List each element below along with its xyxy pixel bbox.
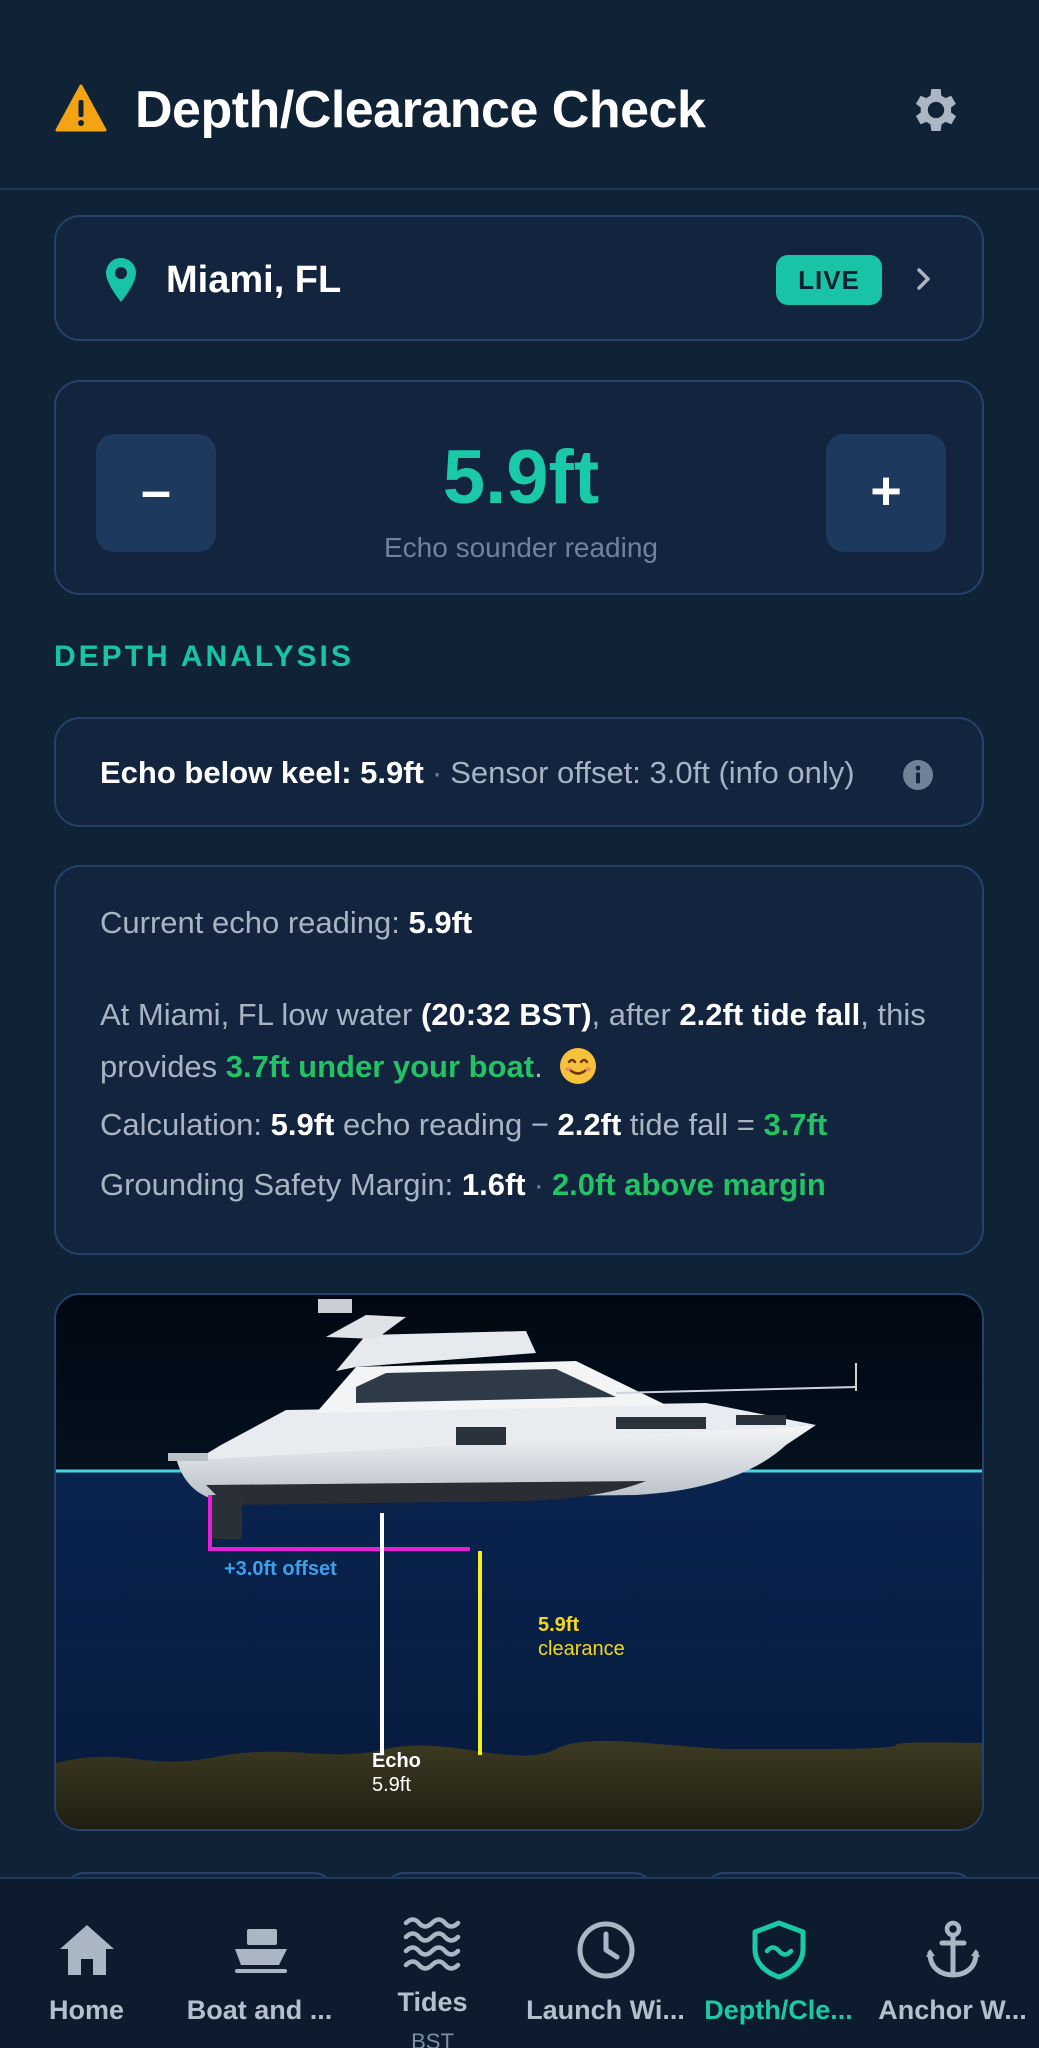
- warning-triangle-icon: [55, 84, 107, 132]
- low-water-time: (20:32 BST): [420, 997, 592, 1032]
- nav-launch-window[interactable]: Launch Wi...: [519, 1879, 692, 2048]
- decrease-button[interactable]: –: [96, 434, 216, 552]
- offset-info-card: Echo below keel: 5.9ft · Sensor offset: 3.…: [54, 717, 984, 827]
- margin-label: Grounding Safety Margin:: [100, 1167, 462, 1202]
- summary-text: , after: [591, 997, 680, 1032]
- bottom-nav: Home Boat and ... Tides BST Launch Wi...: [0, 1877, 1039, 2048]
- current-reading-label: Current echo reading:: [100, 905, 409, 940]
- depth-analysis-card: Current echo reading: 5.9ft At Miami, FL…: [54, 865, 984, 1255]
- location-selector[interactable]: Miami, FL LIVE: [54, 215, 984, 341]
- offset-label: +3.0ft offset: [224, 1558, 337, 1580]
- safety-margin-line: Grounding Safety Margin: 1.6ft · 2.0ft abo…: [100, 1159, 950, 1211]
- calc-text: tide fall =: [621, 1107, 764, 1142]
- margin-result: 2.0ft above margin: [551, 1167, 826, 1202]
- nav-depth-clearance[interactable]: Depth/Cle...: [692, 1879, 865, 2048]
- sensor-offset-text: Sensor offset: 3.0ft (info only): [450, 755, 855, 790]
- low-water-summary: At Miami, FL low water (20:32 BST), afte…: [100, 989, 950, 1093]
- location-name: Miami, FL: [166, 259, 342, 301]
- nav-home[interactable]: Home: [0, 1879, 173, 2048]
- shield-wave-icon: [752, 1920, 806, 1980]
- under-boat-result: 3.7ft under your boat: [225, 1049, 535, 1084]
- depth-diagram: +3.0ft offset Echo 5.9ft 5.9ft clearance: [54, 1293, 984, 1831]
- calc-label: Calculation:: [100, 1107, 271, 1142]
- summary-text: At Miami, FL low water: [100, 997, 421, 1032]
- live-badge: LIVE: [776, 255, 882, 305]
- gear-icon[interactable]: [908, 82, 964, 138]
- smiling-face-icon: [559, 1048, 596, 1084]
- echo-label: Echo: [372, 1750, 421, 1772]
- echo-label: Echo sounder reading: [384, 532, 658, 563]
- nav-tides[interactable]: Tides BST: [346, 1879, 519, 2048]
- clearance-value: 5.9ft: [538, 1614, 579, 1636]
- tide-fall-value: 2.2ft tide fall: [679, 997, 861, 1032]
- nav-label: Home: [48, 1995, 124, 2025]
- separator-dot: ·: [431, 755, 443, 790]
- calc-fall: 2.2ft: [557, 1107, 622, 1142]
- waves-icon: [403, 1917, 461, 1971]
- clock-icon: [577, 1921, 635, 1979]
- nav-label: Launch Wi...: [526, 1995, 685, 2025]
- calc-result: 3.7ft: [763, 1107, 828, 1142]
- separator-dot: ·: [533, 1167, 544, 1202]
- page-title: Depth/Clearance Check: [135, 81, 706, 139]
- echo-value: 5.9ft: [372, 1774, 411, 1796]
- current-reading-value: 5.9ft: [408, 905, 473, 940]
- nav-boat[interactable]: Boat and ...: [173, 1879, 346, 2048]
- echo-below-keel: Echo below keel: 5.9ft: [100, 755, 424, 790]
- echo-stepper: – 5.9ft Echo sounder reading +: [54, 380, 984, 595]
- nav-label: Boat and ...: [186, 1995, 333, 2025]
- summary-text: .: [534, 1049, 543, 1084]
- calc-text: echo reading −: [334, 1107, 558, 1142]
- anchor-icon: [926, 1920, 980, 1978]
- depth-diagram-graphic: +3.0ft offset Echo 5.9ft 5.9ft clearance: [56, 1295, 982, 1829]
- boat-icon: [235, 1929, 287, 1973]
- increase-button[interactable]: +: [826, 434, 946, 552]
- app-header: Depth/Clearance Check: [0, 0, 1039, 190]
- clearance-label: clearance: [538, 1638, 625, 1660]
- nav-label: Tides: [397, 1987, 468, 2017]
- chevron-right-icon: [917, 268, 930, 290]
- nav-label: Anchor W...: [878, 1995, 1027, 2025]
- info-icon[interactable]: [902, 759, 934, 791]
- home-icon: [60, 1925, 114, 1975]
- section-title: DEPTH ANALYSIS: [54, 640, 354, 673]
- outdrive: [212, 1495, 242, 1539]
- nav-sublabel: BST: [411, 2029, 454, 2048]
- nav-anchor-watch[interactable]: Anchor W...: [866, 1879, 1039, 2048]
- location-pin-icon: [106, 258, 136, 302]
- calculation-line: Calculation: 5.9ft echo reading − 2.2ft …: [100, 1099, 950, 1151]
- calc-echo: 5.9ft: [270, 1107, 335, 1142]
- echo-value: 5.9ft: [442, 435, 600, 520]
- current-reading-line: Current echo reading: 5.9ft: [100, 897, 950, 949]
- margin-value: 1.6ft: [461, 1167, 526, 1202]
- nav-label: Depth/Cle...: [704, 1995, 853, 2025]
